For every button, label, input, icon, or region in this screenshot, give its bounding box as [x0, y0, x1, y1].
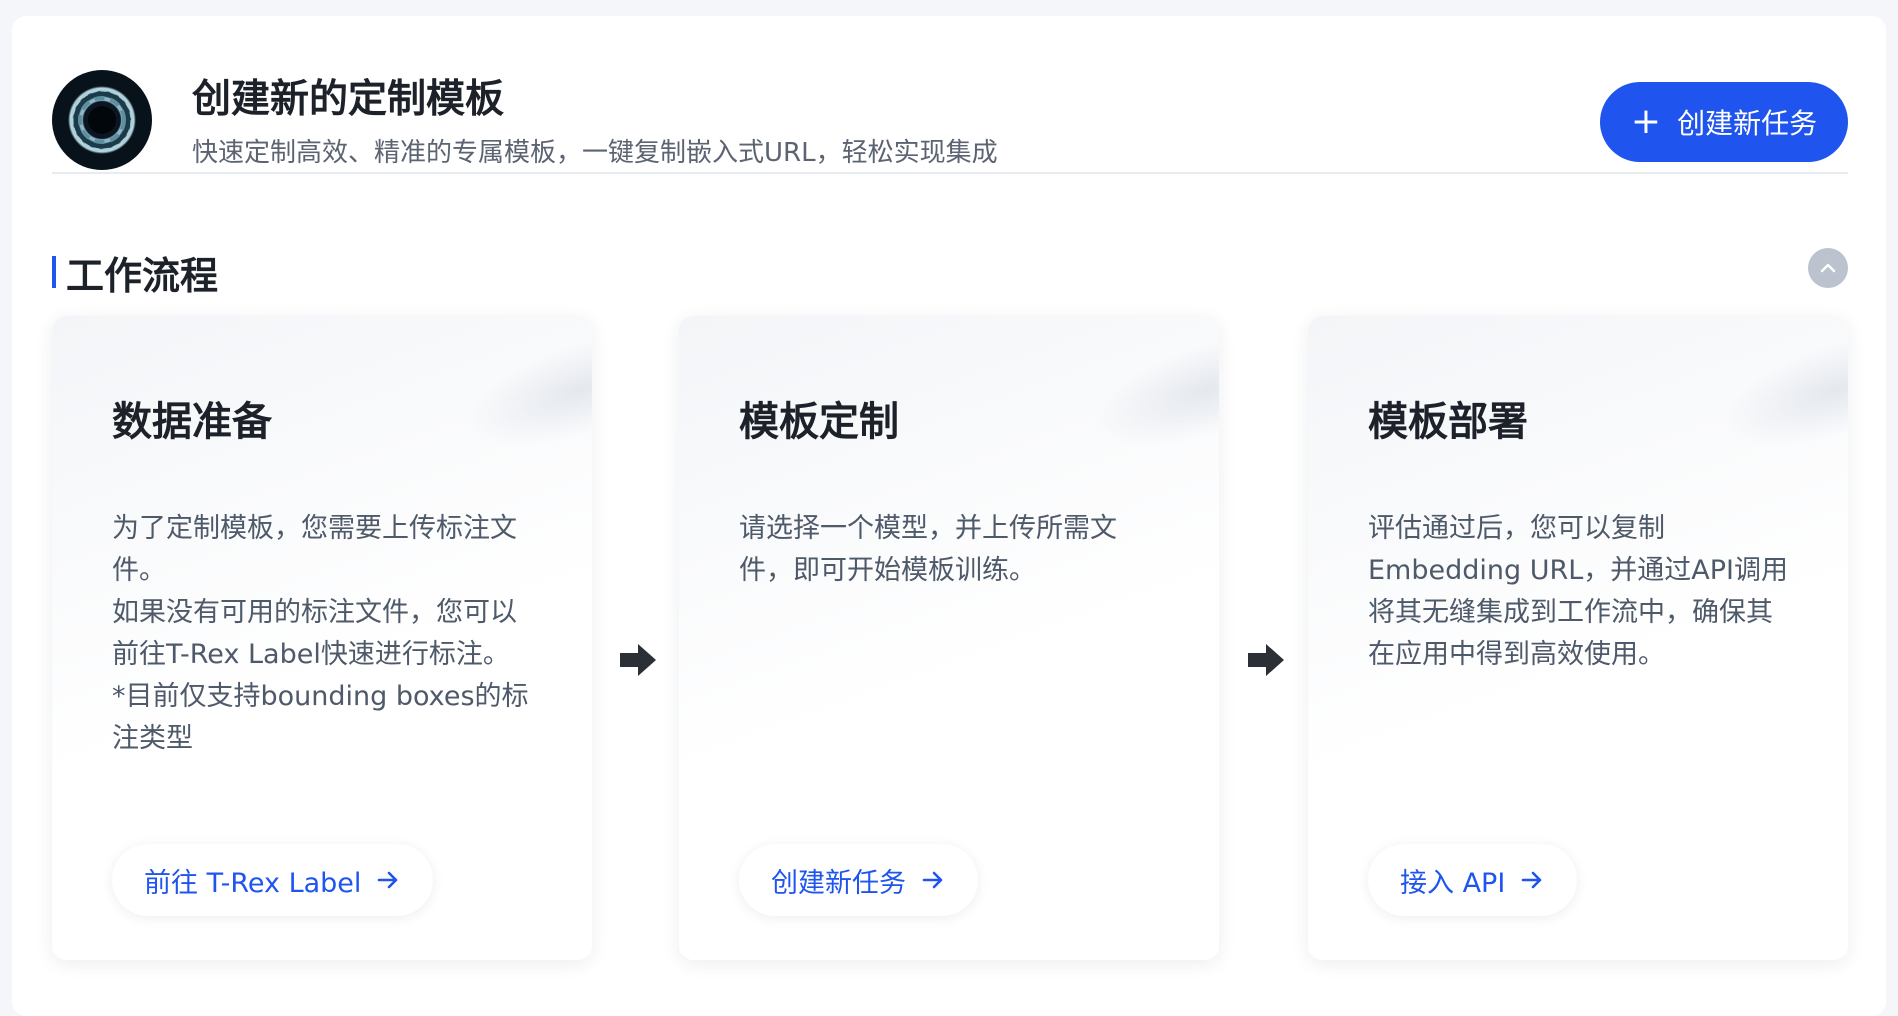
access-api-link[interactable]: 接入 API: [1368, 844, 1578, 916]
arrow-right-icon: [375, 867, 401, 893]
card-title: 数据准备: [112, 399, 272, 445]
card-description-line: 为了定制模板，您需要上传标注文件。: [112, 513, 517, 586]
collapse-button[interactable]: [1808, 248, 1848, 288]
page-subtitle: 快速定制高效、精准的专属模板，一键复制嵌入式URL，轻松实现集成: [192, 138, 998, 168]
card-description-line: 评估通过后，您可以复制Embedding URL，并通过API调用将其无缝集成到…: [1368, 513, 1789, 670]
main-panel: 创建新的定制模板 快速定制高效、精准的专属模板，一键复制嵌入式URL，轻松实现集…: [12, 16, 1886, 1016]
create-task-button[interactable]: + 创建新任务: [1600, 82, 1848, 162]
card-title: 模板部署: [1368, 399, 1528, 445]
workflow-section-header: 工作流程: [52, 246, 218, 298]
arrow-right-icon: [920, 867, 946, 893]
card-description: 评估通过后，您可以复制Embedding URL，并通过API调用将其无缝集成到…: [1368, 508, 1788, 676]
step-arrow-icon: [620, 644, 656, 676]
card-link-label: 前往 T-Rex Label: [144, 867, 362, 899]
create-task-button-label: 创建新任务: [1677, 107, 1818, 140]
avatar: [52, 70, 152, 170]
workflow-card-template-custom: 模板定制 请选择一个模型，并上传所需文件，即可开始模板训练。 创建新任务: [679, 316, 1219, 960]
arrow-right-icon: [1519, 867, 1545, 893]
card-link-label: 创建新任务: [771, 867, 906, 899]
chevron-up-icon: [1820, 263, 1836, 273]
card-description-line: 请选择一个模型，并上传所需文件，即可开始模板训练。: [739, 513, 1117, 586]
page-title: 创建新的定制模板: [192, 77, 505, 122]
step-arrow-icon: [1248, 644, 1284, 676]
card-link-label: 接入 API: [1400, 867, 1506, 899]
section-accent-bar: [52, 256, 56, 288]
portal-ring-icon: [70, 88, 134, 152]
card-description: 请选择一个模型，并上传所需文件，即可开始模板训练。: [739, 508, 1159, 592]
workflow-card-template-deploy: 模板部署 评估通过后，您可以复制Embedding URL，并通过API调用将其…: [1308, 316, 1848, 960]
create-task-link[interactable]: 创建新任务: [739, 844, 978, 916]
card-description: 为了定制模板，您需要上传标注文件。 如果没有可用的标注文件，您可以前往T-Rex…: [112, 508, 532, 760]
section-title: 工作流程: [66, 253, 219, 298]
card-description-line: *目前仅支持bounding boxes的标注类型: [112, 681, 529, 754]
goto-trex-label-link[interactable]: 前往 T-Rex Label: [112, 844, 434, 916]
page-header: 创建新的定制模板 快速定制高效、精准的专属模板，一键复制嵌入式URL，轻松实现集…: [52, 56, 1848, 174]
card-title: 模板定制: [739, 399, 899, 445]
card-description-line: 如果没有可用的标注文件，您可以前往T-Rex Label快速进行标注。: [112, 597, 517, 670]
plus-icon: +: [1630, 101, 1662, 142]
workflow-card-data-prep: 数据准备 为了定制模板，您需要上传标注文件。 如果没有可用的标注文件，您可以前往…: [52, 316, 592, 960]
